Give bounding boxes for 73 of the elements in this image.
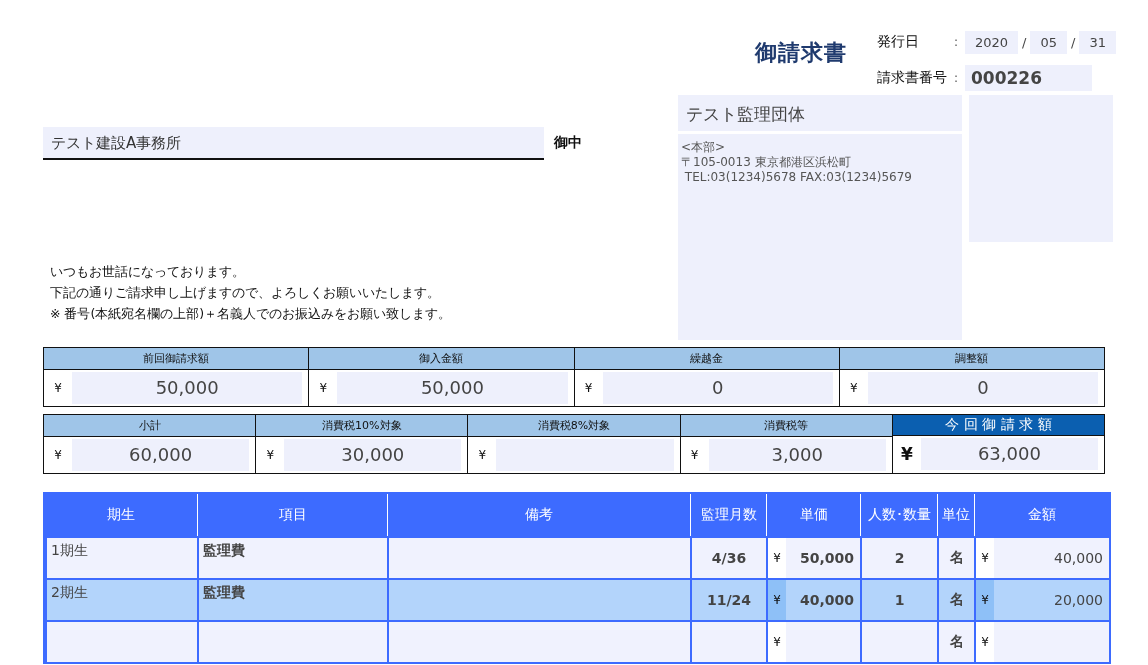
- currency-sign: ¥: [899, 444, 914, 464]
- unit-price-cell[interactable]: 40,000: [786, 592, 860, 608]
- issue-date-label: 発行日: [877, 33, 920, 51]
- column-header: 期生: [106, 505, 136, 524]
- currency-sign: ¥: [53, 381, 63, 395]
- table-cell[interactable]: 11/24: [690, 578, 766, 620]
- currency-sign: ¥: [768, 538, 786, 578]
- currency-sign: ¥: [318, 381, 329, 395]
- currency-sign: ¥: [53, 448, 63, 462]
- currency-sign: ¥: [265, 448, 275, 462]
- greeting-text: ※ 番号(本紙宛名欄の上部)＋名義人でのお振込みをお願い致します。: [50, 306, 453, 323]
- issuer-name-field[interactable]: テスト監理団体: [678, 95, 962, 131]
- amount-field[interactable]: 30,000: [284, 439, 462, 471]
- table-cell[interactable]: [860, 620, 937, 662]
- greeting-text: いつもお世話になっております。: [50, 264, 246, 281]
- currency-sign: ¥: [583, 381, 594, 395]
- invoice-title: 御請求書: [755, 39, 847, 67]
- table-cell[interactable]: [387, 536, 690, 578]
- year-field[interactable]: 2020: [965, 30, 1019, 54]
- summary-header: 御入金額: [309, 348, 574, 370]
- amount-field[interactable]: 3,000: [708, 439, 886, 471]
- date-separator: /: [1071, 34, 1076, 50]
- summary-header: 前回御請求額: [44, 348, 309, 370]
- amount-field[interactable]: 50,000: [72, 372, 303, 404]
- amount-field[interactable]: 60,000: [72, 439, 250, 471]
- amount-field[interactable]: 63,000: [920, 438, 1098, 470]
- colon-text: :: [952, 70, 959, 85]
- summary-header: 小計: [44, 415, 256, 437]
- summary-header: 繰越金: [574, 348, 839, 370]
- currency-sign: ¥: [689, 448, 700, 462]
- currency-sign: ¥: [976, 538, 994, 578]
- table-cell: 名: [937, 578, 974, 620]
- amount-field[interactable]: 0: [867, 372, 1098, 404]
- date-separator: /: [1022, 34, 1027, 50]
- currency-sign: ¥: [976, 580, 994, 620]
- table-cell[interactable]: 監理費: [197, 536, 387, 578]
- currency-sign: ¥: [848, 381, 859, 395]
- currency-sign: ¥: [768, 622, 786, 662]
- summary-header: 消費税8%対象: [468, 415, 680, 437]
- table-cell[interactable]: [45, 620, 197, 662]
- table-cell[interactable]: 監理費: [197, 578, 387, 620]
- currency-sign: ¥: [768, 580, 786, 620]
- currency-sign: ¥: [976, 622, 994, 662]
- honorific-text: 御中: [554, 134, 582, 152]
- table-cell: 名: [937, 620, 974, 662]
- table-cell[interactable]: 1: [860, 578, 937, 620]
- table-cell[interactable]: 2: [860, 536, 937, 578]
- table-cell[interactable]: [387, 620, 690, 662]
- currency-sign: ¥: [477, 448, 488, 462]
- unit-price-cell[interactable]: 50,000: [786, 550, 860, 566]
- table-cell[interactable]: 4/36: [690, 536, 766, 578]
- table-cell[interactable]: [690, 620, 766, 662]
- greeting-text: 下記の通りご請求申し上げますので、よろしくお願いいたします。: [50, 285, 441, 302]
- amount-field[interactable]: 50,000: [337, 372, 568, 404]
- addressee-field[interactable]: テスト建設A事務所: [43, 127, 544, 160]
- colon-text: :: [952, 35, 959, 49]
- amount-field[interactable]: 0: [602, 372, 833, 404]
- amount-cell[interactable]: 20,000: [994, 592, 1109, 608]
- summary-header: 調整額: [839, 348, 1104, 370]
- issuer-address-panel: <本部> 〒105-0013 東京都港区浜松町 TEL:03(1234)5678 FAX:03(1234)5679: [678, 134, 962, 340]
- month-field[interactable]: 05: [1030, 30, 1068, 54]
- table-cell[interactable]: 2期生: [45, 578, 197, 620]
- table-cell: 名: [937, 536, 974, 578]
- summary-header: 消費税等: [680, 415, 892, 437]
- invoice-number-label: 請求書番号: [877, 68, 947, 87]
- amount-cell[interactable]: 40,000: [994, 550, 1109, 566]
- table-cell[interactable]: [387, 578, 690, 620]
- summary-header: 今 回 御 請 求 額: [892, 415, 1104, 436]
- summary-header: 消費税10%対象: [256, 415, 468, 437]
- table-cell[interactable]: 1期生: [45, 536, 197, 578]
- table-cell[interactable]: [197, 620, 387, 662]
- day-field[interactable]: 31: [1079, 30, 1116, 54]
- invoice-number-field[interactable]: 000226: [965, 64, 1092, 91]
